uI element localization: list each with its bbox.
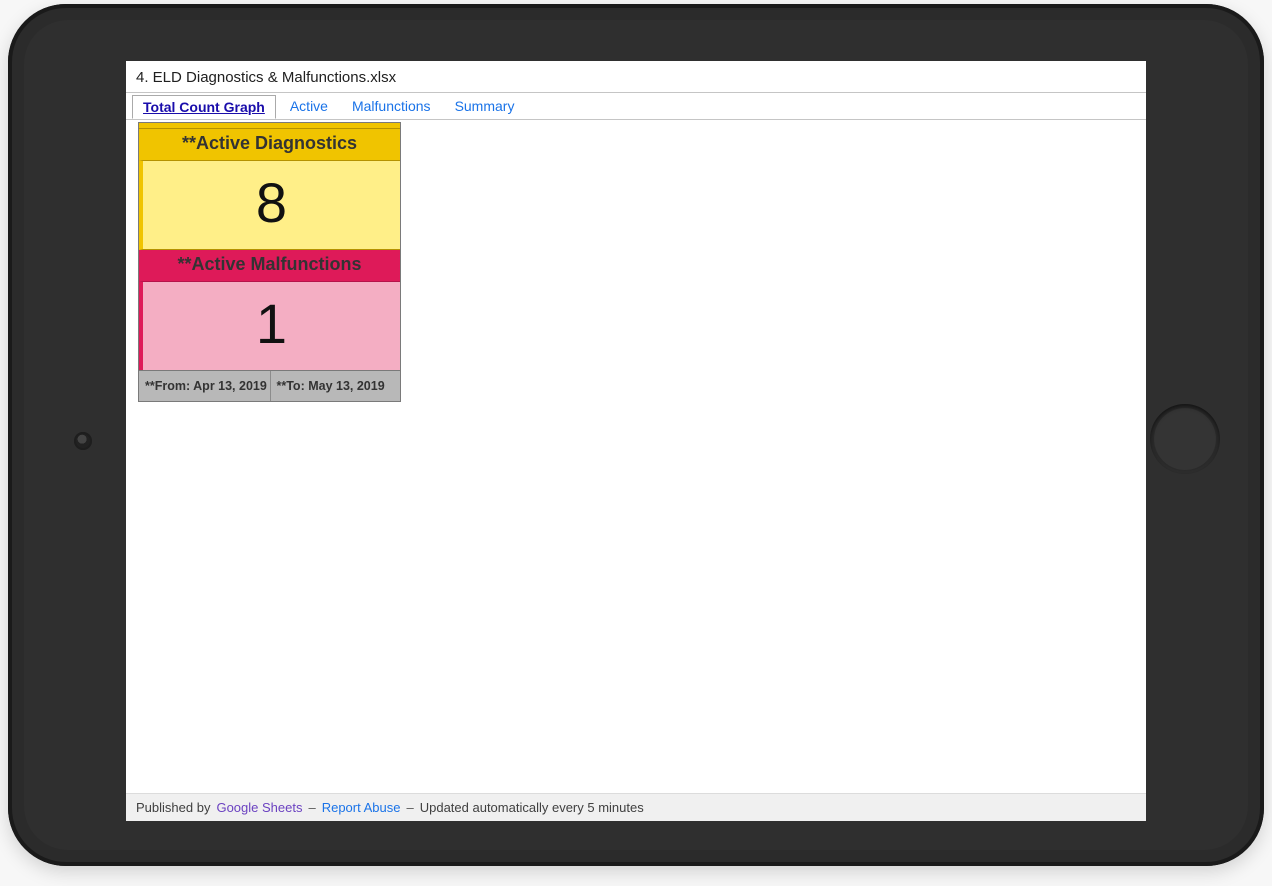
front-camera-icon: [74, 432, 92, 450]
app-screen: 4. ELD Diagnostics & Malfunctions.xlsx T…: [126, 61, 1146, 821]
date-range-row: **From: Apr 13, 2019 **To: May 13, 2019: [139, 370, 400, 401]
malfunctions-header: **Active Malfunctions: [139, 250, 400, 281]
link-google-sheets[interactable]: Google Sheets: [216, 800, 302, 815]
footer-dash-1: –: [308, 800, 315, 815]
to-date: **To: May 13, 2019: [270, 371, 401, 401]
footer-published-by: Published by: [136, 800, 210, 815]
sheet-canvas[interactable]: **Active Diagnostics 8 **Active Malfunct…: [126, 120, 1146, 793]
tablet-frame: 4. ELD Diagnostics & Malfunctions.xlsx T…: [8, 4, 1264, 866]
tab-malfunctions[interactable]: Malfunctions: [342, 95, 441, 117]
document-title: 4. ELD Diagnostics & Malfunctions.xlsx: [126, 61, 1146, 92]
sheet-tabs: Total Count Graph Active Malfunctions Su…: [126, 92, 1146, 120]
diagnostics-header: **Active Diagnostics: [139, 129, 400, 160]
home-button[interactable]: [1150, 404, 1220, 474]
footer-bar: Published by Google Sheets – Report Abus…: [126, 793, 1146, 821]
footer-dash-2: –: [406, 800, 413, 815]
malfunctions-value: 1: [139, 281, 400, 370]
tab-summary[interactable]: Summary: [445, 95, 525, 117]
tab-total-count-graph[interactable]: Total Count Graph: [132, 95, 276, 119]
tab-active[interactable]: Active: [280, 95, 338, 117]
footer-auto-update: Updated automatically every 5 minutes: [420, 800, 644, 815]
link-report-abuse[interactable]: Report Abuse: [322, 800, 401, 815]
from-date: **From: Apr 13, 2019: [139, 371, 270, 401]
diagnostics-value: 8: [139, 160, 400, 250]
summary-card: **Active Diagnostics 8 **Active Malfunct…: [138, 122, 401, 402]
